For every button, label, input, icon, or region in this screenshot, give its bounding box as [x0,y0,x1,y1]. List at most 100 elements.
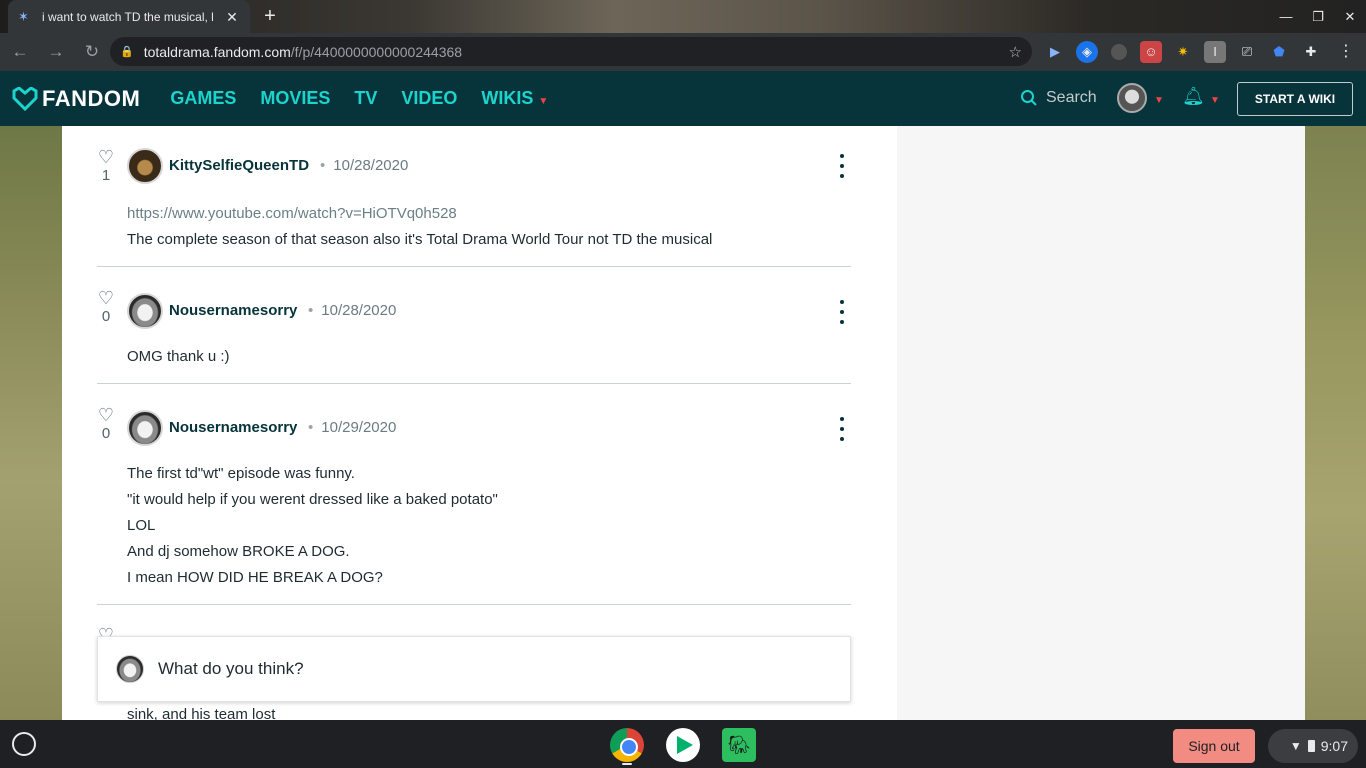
wifi-icon: ▼ [1289,739,1302,753]
avatar[interactable] [127,293,163,329]
reply-username[interactable]: Nousernamesorry [169,419,297,436]
heart-icon[interactable]: ♡ [97,406,115,424]
reply-date-text: 10/28/2020 [321,302,397,319]
close-window-icon[interactable]: ✕ [1334,0,1366,33]
video-extension-icon[interactable]: ⎚ [1236,41,1258,63]
clock: 9:07 [1320,738,1348,754]
avatar [116,655,144,683]
right-rail [897,126,1305,720]
like-control: ♡ 0 [97,289,115,327]
reply-body: OMG thank u :) [127,344,230,370]
replies-column: ♡ 1 KittySelfieQueenTD • 10/28/2020 https… [62,126,897,720]
reload-icon[interactable]: ↻ [76,36,108,68]
user-menu-caret-icon[interactable]: ▼ [1154,95,1164,106]
nav-wikis[interactable]: WIKIS ▼ [481,88,548,109]
reply-date: • 10/29/2020 [308,419,397,436]
reply-item: ♡ 1 KittySelfieQueenTD • 10/28/2020 https… [97,138,851,267]
browser-toolbar: ← → ↻ 🔒 totaldrama.fandom.com/f/p/440000… [0,33,1366,71]
status-tray[interactable]: ▼ 9:07 [1268,729,1358,763]
pinned-apps: 🐘︎ [610,728,756,762]
composer-placeholder: What do you think? [158,659,304,678]
reply-body: https://www.youtube.com/watch?v=HiOTVq0h… [127,201,712,253]
fandom-logo[interactable]: FANDOM [12,86,140,112]
extensions-puzzle-icon[interactable]: ✚ [1300,41,1322,63]
fandom-nav-links: GAMES MOVIES TV VIDEO WIKIS ▼ [170,88,548,109]
os-shelf: 🐘︎ Sign out ▼ 9:07 [0,720,1366,768]
reply-body: The first td"wt" episode was funny. "it … [127,461,498,591]
shield-extension-icon[interactable]: ◈ [1076,41,1098,63]
nav-movies[interactable]: MOVIES [260,88,330,109]
minimize-icon[interactable]: — [1270,0,1302,33]
avatar-extension-icon[interactable]: ☺ [1140,41,1162,63]
lock-icon: 🔒 [120,46,134,58]
browser-menu-icon[interactable]: ⋮ [1336,41,1356,63]
like-count: 1 [101,167,111,184]
notifications-caret-icon[interactable]: ▼ [1210,95,1220,106]
like-control: ♡ 1 [97,148,115,186]
reply-text-line: "it would help if you werent dressed lik… [127,491,498,508]
play-extension-icon[interactable]: ▶ [1044,41,1066,63]
reply-date-text: 10/28/2020 [333,157,409,174]
fandom-heart-icon [12,86,38,111]
avatar[interactable] [127,148,163,184]
left-background-art [0,126,62,720]
extension-icons: ▶ ◈ ☺ ✷ I ⎚ ⬟ ✚ [1044,41,1322,63]
more-options-icon[interactable] [837,154,847,178]
browser-tab-strip: ✶ i want to watch TD the musical, l ✕ + … [0,0,1366,33]
reply-date-text: 10/29/2020 [321,419,397,436]
launcher-icon[interactable] [12,732,36,756]
user-avatar[interactable] [1117,83,1147,113]
fandom-logo-text: FANDOM [42,85,141,111]
fandom-favicon-icon: ✶ [18,8,29,24]
reply-composer[interactable]: What do you think? [97,636,851,702]
avatar[interactable] [127,410,163,446]
chevron-down-icon: ▼ [538,96,549,107]
nav-wikis-label: WIKIS [481,88,534,108]
reply-link[interactable]: https://www.youtube.com/watch?v=HiOTVq0h… [127,205,457,222]
back-icon[interactable]: ← [4,36,36,68]
sign-out-button[interactable]: Sign out [1173,729,1255,763]
reply-text-line: OMG thank u :) [127,348,230,365]
fandom-global-nav: FANDOM GAMES MOVIES TV VIDEO WIKIS ▼ Sea… [0,71,1366,126]
maximize-icon[interactable]: ❐ [1302,0,1334,33]
heart-icon[interactable]: ♡ [97,148,115,166]
close-tab-icon[interactable]: ✕ [224,9,240,25]
search-label: Search [1046,89,1097,106]
like-count: 0 [101,308,111,325]
reply-username[interactable]: KittySelfieQueenTD [169,157,309,174]
reply-item: ♡ 0 Nousernamesorry • 10/29/2020 The firs… [97,384,851,605]
heart-icon[interactable]: ♡ [97,289,115,307]
start-a-wiki-button[interactable]: START A WIKI [1237,82,1353,116]
more-options-icon[interactable] [837,417,847,441]
reply-date: • 10/28/2020 [320,157,409,174]
bookmark-star-icon[interactable]: ☆ [1009,43,1022,61]
url-host: totaldrama.fandom.com [143,43,291,60]
more-options-icon[interactable] [837,300,847,324]
reply-text-line: And dj somehow BROKE A DOG. [127,543,350,560]
circle-extension-icon[interactable] [1111,44,1127,60]
star-extension-icon[interactable]: ✷ [1172,41,1194,63]
reply-date: • 10/28/2020 [308,302,397,319]
reply-text-line: The complete season of that season also … [127,231,713,248]
reply-text-line: LOL [127,517,156,534]
nav-tv[interactable]: TV [354,88,377,109]
bell-icon[interactable]: 🔔︎ [1182,86,1205,107]
window-controls: — ❐ ✕ [1270,0,1366,33]
like-control: ♡ 0 [97,406,115,444]
reply-text-line: I mean HOW DID HE BREAK A DOG? [127,569,383,586]
evernote-app-icon[interactable]: 🐘︎ [722,728,756,762]
address-bar[interactable]: 🔒 totaldrama.fandom.com/f/p/440000000000… [110,37,1032,66]
new-tab-button[interactable]: + [259,5,281,27]
nav-games[interactable]: GAMES [170,88,236,109]
forward-icon[interactable]: → [40,36,72,68]
heart-extension-icon[interactable]: ⬟ [1268,41,1290,63]
play-store-app-icon[interactable] [666,728,700,762]
search-icon [1021,90,1037,106]
fandom-search[interactable]: Search [1020,89,1097,107]
reply-username[interactable]: Nousernamesorry [169,302,297,319]
tag-extension-icon[interactable]: I [1204,41,1226,63]
reply-item: ♡ 0 Nousernamesorry • 10/28/2020 OMG than… [97,267,851,384]
chrome-app-icon[interactable] [610,728,644,762]
nav-video[interactable]: VIDEO [401,88,457,109]
browser-tab[interactable]: ✶ i want to watch TD the musical, l ✕ [8,0,250,33]
